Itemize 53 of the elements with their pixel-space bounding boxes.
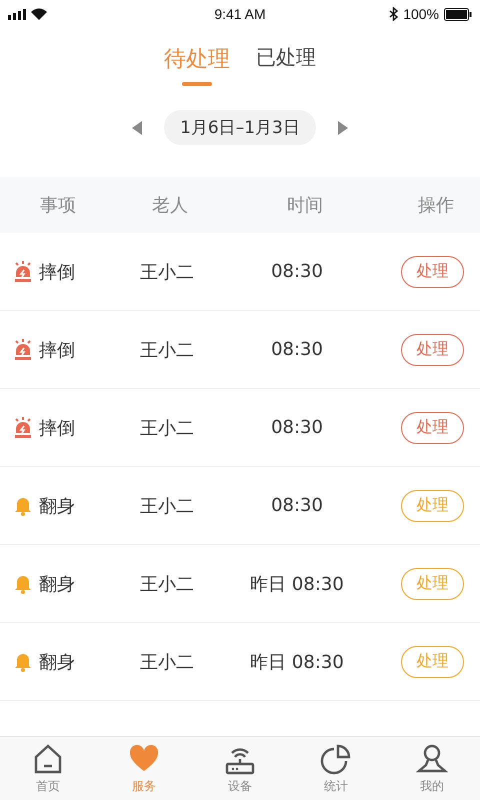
event-time: 昨日 08:30	[250, 572, 344, 596]
date-range[interactable]: 1月6日–1月3日	[164, 110, 316, 145]
column-header: 事项	[40, 194, 76, 217]
event-label: 摔倒	[39, 338, 75, 362]
event-label: 翻身	[39, 572, 75, 596]
column-header: 操作	[418, 194, 454, 217]
tab-bar-item[interactable]: 统计	[301, 737, 371, 800]
tab-bar-item[interactable]: 首页	[13, 737, 83, 800]
event-time: 08:30	[271, 417, 323, 438]
alarm-light-icon	[14, 416, 32, 438]
tab[interactable]: 已处理	[256, 44, 316, 90]
battery-icon	[444, 8, 472, 20]
handle-button[interactable]: 处理	[401, 334, 464, 366]
tab[interactable]: 待处理	[164, 44, 230, 90]
handle-button[interactable]: 处理	[401, 568, 464, 600]
bluetooth-icon	[389, 7, 398, 21]
elder-name: 王小二	[140, 572, 194, 596]
status-time: 9:41 AM	[214, 6, 266, 22]
column-header: 老人	[152, 194, 188, 217]
bell-icon	[14, 574, 32, 594]
tab-bar-item[interactable]: 我的	[397, 737, 467, 800]
event-label: 翻身	[39, 650, 75, 674]
handle-button[interactable]: 处理	[401, 646, 464, 678]
home-icon	[32, 743, 64, 775]
tab-bar-item[interactable]: 设备	[205, 737, 275, 800]
signal-icon	[8, 8, 26, 20]
event-time: 昨日 08:30	[250, 650, 344, 674]
handle-button[interactable]: 处理	[401, 412, 464, 444]
elder-name: 王小二	[140, 494, 194, 518]
alarm-light-icon	[14, 260, 32, 282]
event-time: 08:30	[271, 495, 323, 516]
elder-name: 王小二	[140, 650, 194, 674]
elder-name: 王小二	[140, 416, 194, 440]
previous-arrow-icon[interactable]	[132, 120, 142, 134]
event-time: 08:30	[271, 339, 323, 360]
event-label: 摔倒	[39, 260, 75, 284]
handle-button[interactable]: 处理	[401, 256, 464, 288]
event-label: 翻身	[39, 494, 75, 518]
event-time: 08:30	[271, 261, 323, 282]
next-arrow-icon[interactable]	[338, 120, 348, 134]
event-label: 摔倒	[39, 416, 75, 440]
pie-chart-icon	[320, 743, 352, 775]
alarm-light-icon	[14, 338, 32, 360]
user-icon	[416, 743, 448, 775]
bell-icon	[14, 652, 32, 672]
elder-name: 王小二	[140, 260, 194, 284]
elder-name: 王小二	[140, 338, 194, 362]
bell-icon	[14, 496, 32, 516]
column-header: 时间	[287, 194, 323, 217]
handle-button[interactable]: 处理	[401, 490, 464, 522]
wifi-icon	[31, 8, 47, 20]
battery-percent: 100%	[403, 6, 439, 22]
tab-bar-item[interactable]: 服务	[109, 737, 179, 800]
